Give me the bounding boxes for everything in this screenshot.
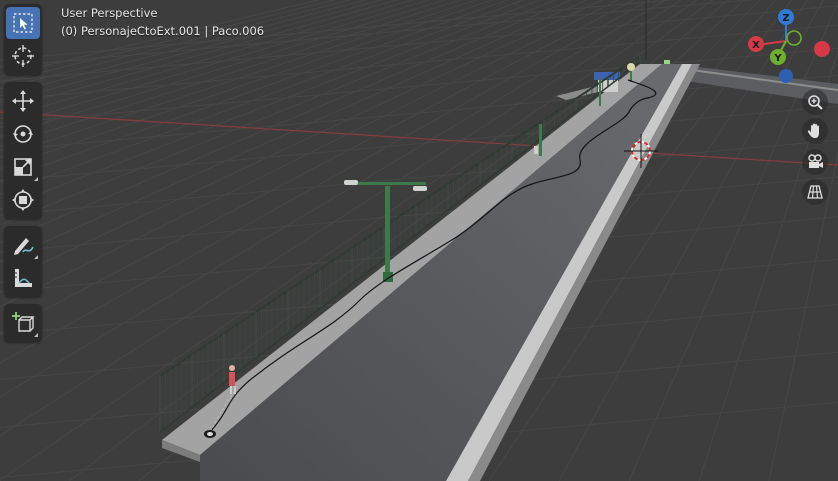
grid-icon bbox=[807, 185, 823, 199]
move-icon bbox=[12, 90, 34, 112]
character-far[interactable] bbox=[534, 146, 538, 154]
add-cube-icon bbox=[12, 312, 35, 332]
z-axis-label: Z bbox=[782, 13, 789, 24]
pan-button[interactable] bbox=[802, 118, 828, 144]
select-box-icon bbox=[13, 13, 33, 33]
transform-tool[interactable] bbox=[6, 184, 40, 216]
rotate-tool[interactable] bbox=[6, 118, 40, 150]
hand-icon bbox=[807, 123, 819, 138]
camera-icon bbox=[808, 154, 823, 168]
far-marker bbox=[664, 60, 670, 64]
transform-icon bbox=[12, 189, 34, 211]
x-axis-label: X bbox=[752, 40, 760, 51]
rotate-icon bbox=[13, 125, 33, 143]
measure-tool[interactable] bbox=[6, 262, 40, 294]
scene-canvas[interactable] bbox=[0, 0, 838, 481]
submenu-indicator bbox=[34, 333, 38, 337]
camera-view-button[interactable] bbox=[802, 149, 828, 175]
zoom-icon bbox=[808, 95, 823, 110]
scale-icon bbox=[14, 158, 32, 176]
tool-group-select bbox=[4, 4, 42, 75]
add-cube-tool[interactable] bbox=[6, 307, 40, 339]
active-object-label: (0) PersonajeCtoExt.001 | Paco.006 bbox=[61, 24, 265, 38]
annotate-icon bbox=[14, 238, 34, 255]
x-axis-gizmo-line bbox=[763, 40, 787, 45]
scale-tool[interactable] bbox=[6, 151, 40, 183]
3d-viewport[interactable]: User Perspective (0) PersonajeCtoExt.001… bbox=[0, 0, 838, 481]
tool-group-add bbox=[4, 304, 42, 342]
navigation-gizmo[interactable]: Z X Y bbox=[746, 6, 838, 90]
tool-group-annotate bbox=[4, 226, 42, 297]
measure-icon bbox=[15, 269, 32, 287]
neg-y-axis-ball[interactable] bbox=[786, 30, 802, 46]
select-box-tool[interactable] bbox=[6, 7, 40, 39]
neg-x-axis-ball[interactable] bbox=[814, 41, 830, 57]
cursor-icon bbox=[12, 45, 34, 67]
cursor-tool[interactable] bbox=[6, 40, 40, 72]
neg-z-axis-ball[interactable] bbox=[779, 69, 793, 83]
view-name-label: User Perspective bbox=[61, 6, 158, 20]
perspective-toggle-button[interactable] bbox=[802, 179, 828, 205]
move-tool[interactable] bbox=[6, 85, 40, 117]
y-axis-label: Y bbox=[773, 53, 782, 64]
street-lamp-mid bbox=[539, 124, 542, 156]
tool-shelf bbox=[4, 4, 42, 349]
annotate-tool[interactable] bbox=[6, 229, 40, 261]
character-dog[interactable] bbox=[204, 430, 216, 438]
submenu-indicator bbox=[34, 177, 38, 181]
zoom-button[interactable] bbox=[802, 89, 828, 115]
tool-group-transform bbox=[4, 82, 42, 219]
submenu-indicator bbox=[34, 255, 38, 259]
